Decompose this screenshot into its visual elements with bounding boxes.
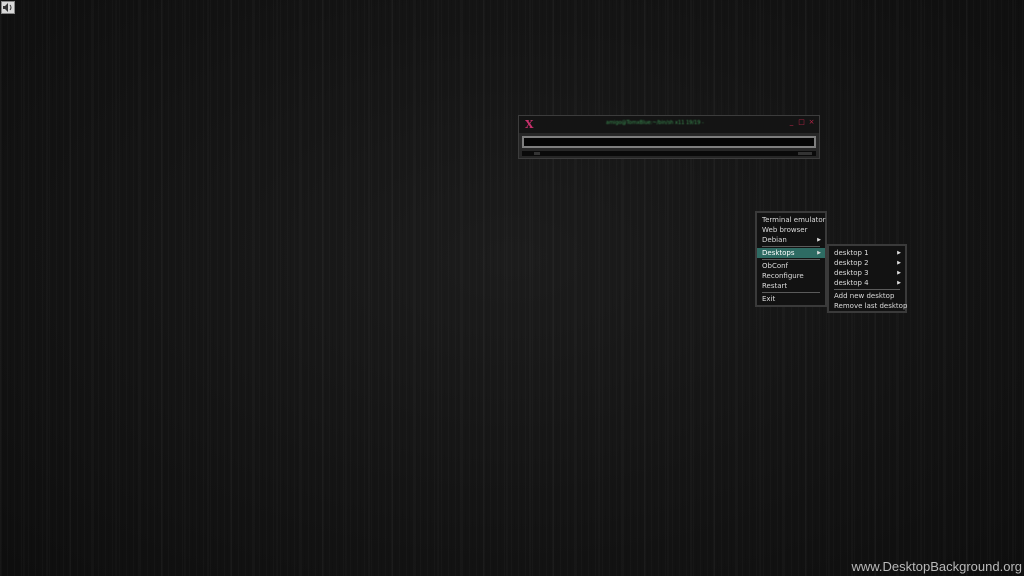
- menu-item-label: Restart: [762, 282, 788, 290]
- menu-item-label: desktop 2: [834, 259, 869, 267]
- menu-item-remove-last-desktop[interactable]: Remove last desktop: [829, 301, 908, 311]
- menu-item-terminal-emulator[interactable]: Terminal emulator: [757, 215, 826, 225]
- menu-item-label: Reconfigure: [762, 272, 804, 280]
- root-menu: Terminal emulator Web browser Debian ▶ D…: [755, 211, 827, 307]
- menu-item-label: Terminal emulator: [762, 216, 826, 224]
- menu-item-label: Debian: [762, 236, 787, 244]
- terminal-window[interactable]: X amigo@TomxBlue:~/bin/sh x11 19/19 - _ …: [518, 115, 820, 159]
- menu-item-obconf[interactable]: ObConf: [757, 261, 825, 271]
- menu-item-debian[interactable]: Debian ▶: [757, 235, 825, 245]
- submenu-arrow-icon: ▶: [897, 250, 901, 256]
- menu-item-desktops[interactable]: Desktops ▶: [757, 248, 825, 258]
- window-bottom-handle[interactable]: [522, 151, 816, 156]
- menu-item-label: desktop 4: [834, 279, 869, 287]
- menu-item-label: desktop 3: [834, 269, 869, 277]
- menu-item-desktop-4[interactable]: desktop 4 ▶: [829, 278, 905, 288]
- window-controls: _ □ ×: [788, 119, 815, 126]
- menu-item-label: Remove last desktop: [834, 302, 908, 310]
- terminal-content-area[interactable]: [522, 136, 816, 148]
- menu-item-add-new-desktop[interactable]: Add new desktop: [829, 291, 905, 301]
- minimize-button[interactable]: _: [788, 119, 795, 126]
- submenu-arrow-icon: ▶: [817, 250, 821, 256]
- menu-item-label: Add new desktop: [834, 292, 895, 300]
- menu-item-label: Desktops: [762, 249, 795, 257]
- menu-item-exit[interactable]: Exit: [757, 294, 825, 304]
- speaker-icon[interactable]: [1, 1, 15, 14]
- menu-item-web-browser[interactable]: Web browser: [757, 225, 825, 235]
- resize-grip-left[interactable]: [534, 152, 540, 155]
- maximize-button[interactable]: □: [798, 119, 805, 126]
- submenu-arrow-icon: ▶: [897, 270, 901, 276]
- submenu-arrow-icon: ▶: [897, 260, 901, 266]
- submenu-arrow-icon: ▶: [817, 237, 821, 243]
- menu-item-label: Web browser: [762, 226, 808, 234]
- menu-item-restart[interactable]: Restart: [757, 281, 825, 291]
- menu-item-label: Exit: [762, 295, 776, 303]
- x-app-icon[interactable]: X: [525, 119, 534, 130]
- menu-item-desktop-3[interactable]: desktop 3 ▶: [829, 268, 905, 278]
- window-title: amigo@TomxBlue:~/bin/sh x11 19/19 -: [606, 120, 704, 126]
- menu-item-desktop-2[interactable]: desktop 2 ▶: [829, 258, 905, 268]
- menu-item-label: desktop 1: [834, 249, 869, 257]
- menu-separator: [834, 289, 900, 290]
- menu-separator: [762, 246, 820, 247]
- menu-item-label: ObConf: [762, 262, 789, 270]
- menu-item-desktop-1[interactable]: desktop 1 ▶: [829, 248, 905, 258]
- submenu-arrow-icon: ▶: [897, 280, 901, 286]
- menu-separator: [762, 259, 820, 260]
- menu-separator: [762, 292, 820, 293]
- menu-item-reconfigure[interactable]: Reconfigure: [757, 271, 825, 281]
- desktops-submenu: desktop 1 ▶ desktop 2 ▶ desktop 3 ▶ desk…: [827, 244, 907, 313]
- window-titlebar[interactable]: X amigo@TomxBlue:~/bin/sh x11 19/19 - _ …: [519, 116, 819, 133]
- resize-grip-right[interactable]: [798, 152, 812, 155]
- watermark-text: www.DesktopBackground.org: [851, 559, 1022, 574]
- close-button[interactable]: ×: [808, 119, 815, 126]
